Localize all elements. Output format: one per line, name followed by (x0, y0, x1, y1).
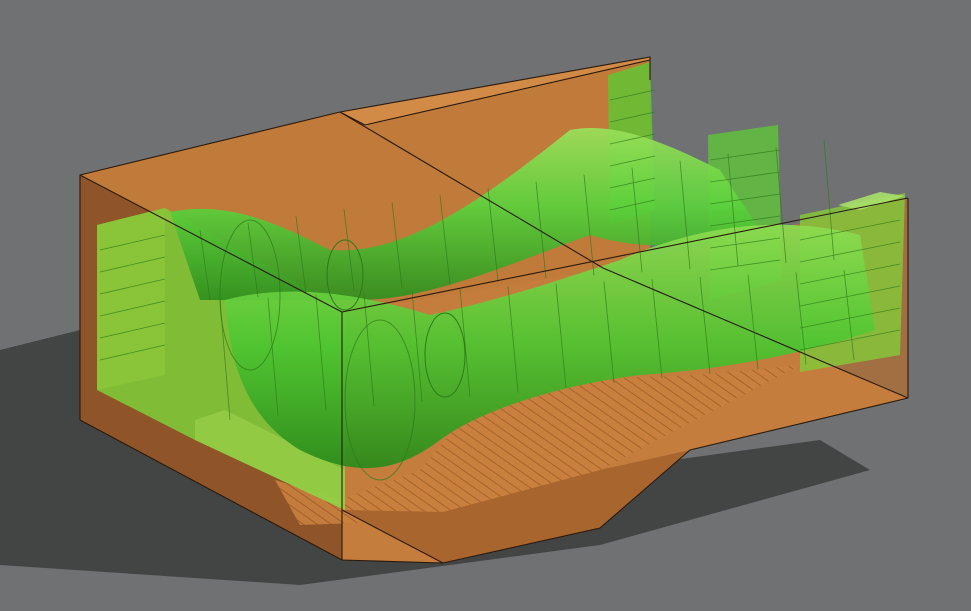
inlet-block-left-face (97, 208, 165, 390)
cad-scene[interactable] (0, 0, 971, 611)
3d-viewport[interactable] (0, 0, 971, 611)
